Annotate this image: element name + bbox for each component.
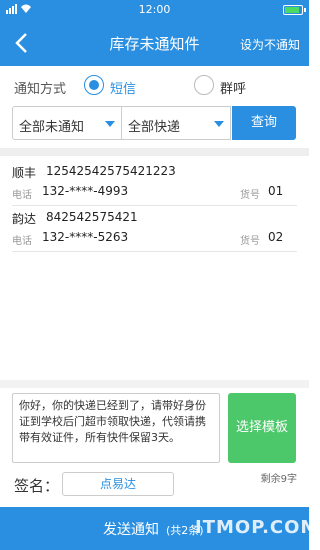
status-select-value: 全部未通知 [19, 120, 85, 135]
message-textarea[interactable]: 你好，你的快递已经到了，请带好身份证到学校后门超市领取快递，代领请携带有效证件，… [12, 393, 220, 463]
notify-method-label: 通知方式 [14, 82, 67, 97]
phone-number: 132-****-4993 [42, 184, 129, 198]
query-button[interactable]: 查询 [232, 106, 296, 140]
signature-input[interactable]: 点易达 [62, 472, 174, 496]
watermark-logo: ITMOP.COM [195, 517, 320, 538]
title-bar: 库存未通知件 设为不通知 [0, 20, 309, 66]
courier-select-value: 全部快递 [128, 120, 181, 135]
send-label: 发送通知 [103, 522, 159, 538]
package-list: 顺丰 12542542575421223 电话 132-****-4993 货号… [0, 156, 309, 252]
status-bar: 12:00 [0, 0, 309, 20]
courier-name: 韵达 [12, 212, 37, 226]
phone-label: 电话 [12, 236, 32, 247]
package-code: 01 [268, 184, 284, 198]
phone-label: 电话 [12, 190, 32, 201]
code-label: 货号 [240, 236, 260, 247]
set-no-notify-button[interactable]: 设为不通知 [240, 36, 300, 53]
signature-label: 签名： [14, 477, 60, 495]
remaining-chars: 剩余9字 [260, 474, 297, 485]
divider [0, 380, 309, 388]
dropdown-caret-icon [105, 121, 115, 127]
code-label: 货号 [240, 190, 260, 201]
status-select[interactable]: 全部未通知 [12, 106, 122, 140]
tracking-number: 12542542575421223 [46, 164, 176, 178]
battery-icon [283, 5, 306, 15]
sms-radio[interactable] [84, 75, 104, 95]
group-call-radio-label[interactable]: 群呼 [220, 78, 246, 97]
sms-radio-label[interactable]: 短信 [110, 78, 136, 97]
courier-name: 顺丰 [12, 166, 37, 180]
list-item[interactable]: 韵达 842542575421 电话 132-****-5263 货号 02 [12, 206, 297, 252]
status-time: 12:00 [138, 3, 171, 16]
dropdown-caret-icon [214, 121, 224, 127]
divider [0, 148, 309, 156]
chevron-left-icon [15, 33, 27, 53]
group-call-radio[interactable] [194, 75, 214, 95]
package-code: 02 [268, 230, 284, 244]
list-item[interactable]: 顺丰 12542542575421223 电话 132-****-4993 货号… [12, 160, 297, 206]
notify-method-row: 通知方式 短信 群呼 [14, 74, 304, 98]
phone-number: 132-****-5263 [42, 230, 129, 244]
back-button[interactable] [10, 30, 36, 56]
filter-row: 全部未通知 全部快递 查询 [12, 106, 296, 140]
choose-template-button[interactable]: 选择模板 [228, 393, 296, 463]
tracking-number: 842542575421 [46, 210, 138, 224]
courier-select[interactable]: 全部快递 [121, 106, 231, 140]
